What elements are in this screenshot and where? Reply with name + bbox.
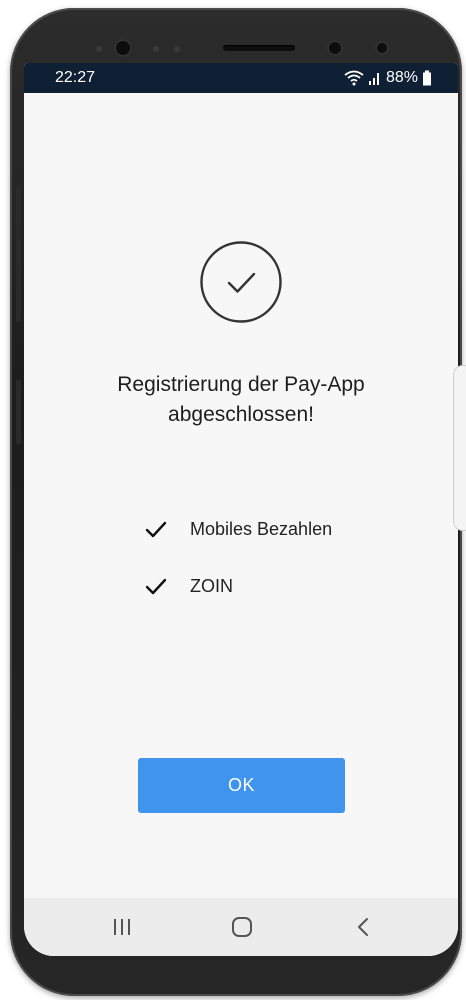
iris-camera-icon (327, 40, 343, 56)
sensor-icon (153, 46, 159, 52)
title-line-2: abgeschlossen! (168, 403, 314, 426)
bixby-button (16, 380, 21, 444)
earpiece-speaker (223, 45, 295, 51)
page-title: Registrierung der Pay-App abgeschlossen! (24, 370, 458, 430)
screen: 22:27 88% Registrierung der Pay-App abge… (24, 63, 458, 956)
signal-icon (368, 73, 379, 85)
back-icon[interactable] (350, 913, 378, 941)
status-time: 22:27 (55, 69, 96, 86)
ok-button[interactable]: OK (138, 758, 345, 813)
check-icon (145, 521, 167, 538)
status-icons: 88% (344, 69, 432, 87)
check-circle-icon (200, 241, 282, 323)
front-camera-icon (114, 39, 132, 57)
recents-icon[interactable] (108, 913, 136, 941)
list-item: ZOIN (142, 572, 233, 600)
sensor-icon (174, 46, 180, 52)
check-icon (145, 578, 167, 595)
list-item-label: ZOIN (190, 575, 233, 596)
title-line-1: Registrierung der Pay-App (117, 373, 365, 396)
list-item: Mobiles Bezahlen (142, 515, 332, 543)
status-bar: 22:27 88% (24, 63, 458, 93)
iris-sensor-icon (375, 41, 389, 55)
wifi-icon (344, 70, 364, 86)
battery-icon (423, 70, 431, 86)
navigation-bar (24, 898, 458, 956)
edge-panel-handle[interactable] (453, 365, 466, 531)
home-icon[interactable] (228, 913, 256, 941)
battery-percent: 88% (385, 69, 418, 86)
list-item-label: Mobiles Bezahlen (190, 518, 333, 539)
volume-button (16, 186, 21, 322)
sensor-icon (96, 46, 102, 52)
